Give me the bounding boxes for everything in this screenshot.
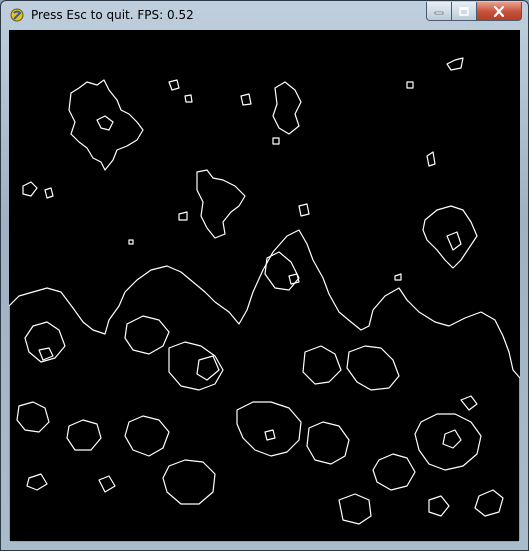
contour-small bbox=[446, 57, 464, 71]
contour-inner bbox=[442, 429, 462, 449]
pygame-snake-icon bbox=[9, 7, 25, 23]
contour-inner bbox=[428, 495, 450, 517]
contour-island-top-middle bbox=[272, 81, 302, 135]
contour-small bbox=[406, 81, 414, 89]
contour-inner bbox=[474, 489, 504, 517]
contour-small bbox=[394, 273, 402, 281]
contour-inner bbox=[162, 459, 216, 505]
game-canvas[interactable] bbox=[9, 30, 520, 542]
contour-inner bbox=[16, 401, 50, 433]
contour-small bbox=[272, 137, 280, 145]
contour-small bbox=[184, 94, 193, 103]
contour-inner bbox=[26, 473, 48, 491]
maximize-button[interactable] bbox=[452, 2, 477, 21]
contour-inner bbox=[236, 401, 302, 457]
contour-island-right bbox=[422, 205, 478, 269]
contour-small bbox=[426, 151, 436, 167]
window-title: Press Esc to quit. FPS: 0.52 bbox=[31, 8, 194, 22]
close-button[interactable] bbox=[477, 2, 522, 21]
minimize-button[interactable] bbox=[426, 2, 452, 21]
contour-inner bbox=[124, 315, 170, 355]
contour-inner bbox=[124, 415, 170, 457]
contour-inner bbox=[196, 355, 220, 381]
contour-small bbox=[44, 187, 54, 199]
contour-small bbox=[178, 211, 188, 221]
contour-inner bbox=[66, 419, 102, 451]
contour-inner bbox=[168, 341, 224, 391]
contour-inner bbox=[264, 429, 276, 441]
contour-inner bbox=[24, 321, 66, 363]
contour-island-right-b bbox=[446, 231, 462, 251]
contour-island-top-left bbox=[68, 79, 144, 171]
contour-island-center bbox=[196, 169, 246, 239]
title-bar[interactable]: Press Esc to quit. FPS: 0.52 bbox=[1, 1, 528, 29]
contour-mainland bbox=[9, 229, 520, 542]
contour-small bbox=[128, 239, 134, 245]
contour-inner bbox=[302, 345, 342, 385]
contour-inner bbox=[414, 413, 482, 471]
contour-small bbox=[168, 79, 180, 91]
contour-inner bbox=[98, 475, 116, 493]
contour-small bbox=[240, 93, 252, 106]
contour-map bbox=[9, 57, 520, 542]
contour-inner bbox=[306, 421, 350, 465]
window-controls bbox=[426, 2, 522, 21]
close-icon bbox=[493, 5, 505, 17]
contour-small bbox=[298, 203, 310, 217]
maximize-icon bbox=[459, 6, 469, 16]
contour-island-top-left-b bbox=[96, 115, 114, 131]
contour-inner bbox=[372, 453, 416, 491]
contour-inner bbox=[38, 347, 54, 361]
app-window: Press Esc to quit. FPS: 0.52 bbox=[0, 0, 529, 551]
contour-small bbox=[22, 181, 38, 197]
minimize-icon bbox=[434, 11, 444, 15]
contour-inner bbox=[338, 493, 372, 525]
contour-inner bbox=[346, 345, 400, 391]
contour-inner bbox=[460, 395, 478, 411]
